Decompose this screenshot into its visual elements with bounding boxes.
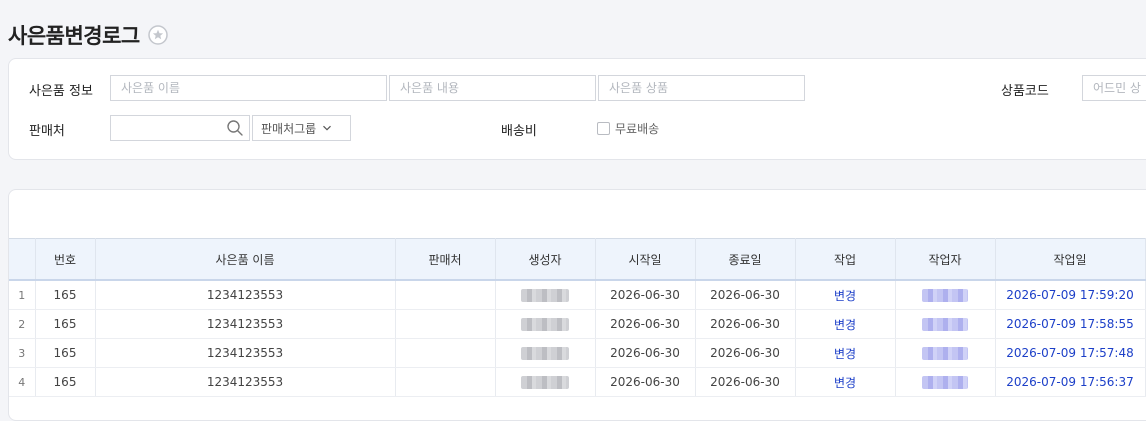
cell-creator — [495, 309, 596, 339]
admin-code-input[interactable] — [1082, 75, 1146, 101]
column-header-seller[interactable]: 판매처 — [395, 238, 496, 281]
table-row[interactable]: 2 165 1234123553 2026-06-30 2026-06-30 변… — [9, 309, 1146, 339]
cell-action[interactable]: 변경 — [795, 338, 896, 368]
gift-info-label: 사은품 정보 — [29, 84, 93, 99]
column-header-gift-name[interactable]: 사은품 이름 — [95, 238, 396, 281]
column-header-end-date[interactable]: 종료일 — [695, 238, 796, 281]
row-index: 3 — [9, 338, 36, 368]
cell-end-date: 2026-06-30 — [695, 367, 796, 397]
cell-worker — [895, 367, 996, 397]
gift-content-input[interactable] — [389, 75, 596, 101]
cell-no: 165 — [35, 280, 96, 310]
column-header-index — [9, 238, 36, 281]
cell-worker — [895, 280, 996, 310]
row-index: 2 — [9, 309, 36, 339]
free-shipping-label: 무료배송 — [615, 122, 660, 136]
redacted-worker — [922, 318, 968, 331]
cell-worked-at[interactable]: 2026-07-09 17:58:55 — [995, 309, 1146, 339]
cell-start-date: 2026-06-30 — [595, 367, 696, 397]
cell-worker — [895, 338, 996, 368]
cell-end-date: 2026-06-30 — [695, 309, 796, 339]
star-icon[interactable] — [148, 25, 168, 45]
column-header-start-date[interactable]: 시작일 — [595, 238, 696, 281]
free-shipping-option[interactable]: 무료배송 — [597, 120, 659, 137]
cell-action[interactable]: 변경 — [795, 367, 896, 397]
product-code-label: 상품코드 — [1001, 84, 1049, 99]
free-shipping-checkbox[interactable] — [597, 122, 610, 135]
cell-seller — [395, 280, 496, 310]
table-header-row: 번호 사은품 이름 판매처 생성자 시작일 종료일 작업 작업자 작업일 — [9, 238, 1146, 281]
table-row[interactable]: 4 165 1234123553 2026-06-30 2026-06-30 변… — [9, 367, 1146, 397]
cell-no: 165 — [35, 309, 96, 339]
cell-end-date: 2026-06-30 — [695, 338, 796, 368]
table-row[interactable]: 1 165 1234123553 2026-06-30 2026-06-30 변… — [9, 280, 1146, 310]
gift-product-input[interactable] — [598, 75, 805, 101]
cell-worker — [895, 309, 996, 339]
shipping-label: 배송비 — [501, 124, 537, 139]
redacted-creator — [521, 289, 569, 302]
cell-start-date: 2026-06-30 — [595, 280, 696, 310]
change-log-table: 번호 사은품 이름 판매처 생성자 시작일 종료일 작업 작업자 작업일 1 1… — [9, 238, 1146, 397]
search-icon[interactable] — [226, 119, 244, 137]
cell-seller — [395, 309, 496, 339]
cell-no: 165 — [35, 367, 96, 397]
row-index: 4 — [9, 367, 36, 397]
cell-no: 165 — [35, 338, 96, 368]
cell-start-date: 2026-06-30 — [595, 309, 696, 339]
column-header-creator[interactable]: 생성자 — [495, 238, 596, 281]
cell-action[interactable]: 변경 — [795, 309, 896, 339]
seller-search — [110, 115, 250, 141]
chevron-down-icon — [322, 123, 332, 133]
seller-label: 판매처 — [29, 124, 65, 139]
page-title: 사은품변경로그 — [8, 24, 140, 48]
column-header-worker[interactable]: 작업자 — [895, 238, 996, 281]
column-header-worked-at[interactable]: 작업일 — [995, 238, 1146, 281]
redacted-worker — [922, 376, 968, 389]
cell-action[interactable]: 변경 — [795, 280, 896, 310]
redacted-creator — [521, 376, 569, 389]
column-header-no[interactable]: 번호 — [35, 238, 96, 281]
cell-creator — [495, 280, 596, 310]
cell-seller — [395, 338, 496, 368]
cell-worked-at[interactable]: 2026-07-09 17:59:20 — [995, 280, 1146, 310]
cell-gift-name: 1234123553 — [95, 309, 396, 339]
cell-gift-name: 1234123553 — [95, 338, 396, 368]
seller-group-label: 판매처그룹 — [261, 121, 317, 136]
redacted-worker — [922, 347, 968, 360]
cell-start-date: 2026-06-30 — [595, 338, 696, 368]
table-panel: 번호 사은품 이름 판매처 생성자 시작일 종료일 작업 작업자 작업일 1 1… — [8, 189, 1146, 421]
cell-worked-at[interactable]: 2026-07-09 17:57:48 — [995, 338, 1146, 368]
column-header-action[interactable]: 작업 — [795, 238, 896, 281]
redacted-worker — [922, 289, 968, 302]
filter-panel: 사은품 정보 상품코드 판매처 판매처그룹 배송비 무료배송 — [8, 58, 1146, 160]
cell-gift-name: 1234123553 — [95, 367, 396, 397]
row-index: 1 — [9, 280, 36, 310]
cell-end-date: 2026-06-30 — [695, 280, 796, 310]
cell-seller — [395, 367, 496, 397]
title-row: 사은품변경로그 — [8, 20, 168, 50]
cell-gift-name: 1234123553 — [95, 280, 396, 310]
cell-creator — [495, 338, 596, 368]
redacted-creator — [521, 318, 569, 331]
cell-worked-at[interactable]: 2026-07-09 17:56:37 — [995, 367, 1146, 397]
gift-name-input[interactable] — [110, 75, 387, 101]
redacted-creator — [521, 347, 569, 360]
seller-group-dropdown[interactable]: 판매처그룹 — [252, 115, 351, 141]
cell-creator — [495, 367, 596, 397]
table-row[interactable]: 3 165 1234123553 2026-06-30 2026-06-30 변… — [9, 338, 1146, 368]
